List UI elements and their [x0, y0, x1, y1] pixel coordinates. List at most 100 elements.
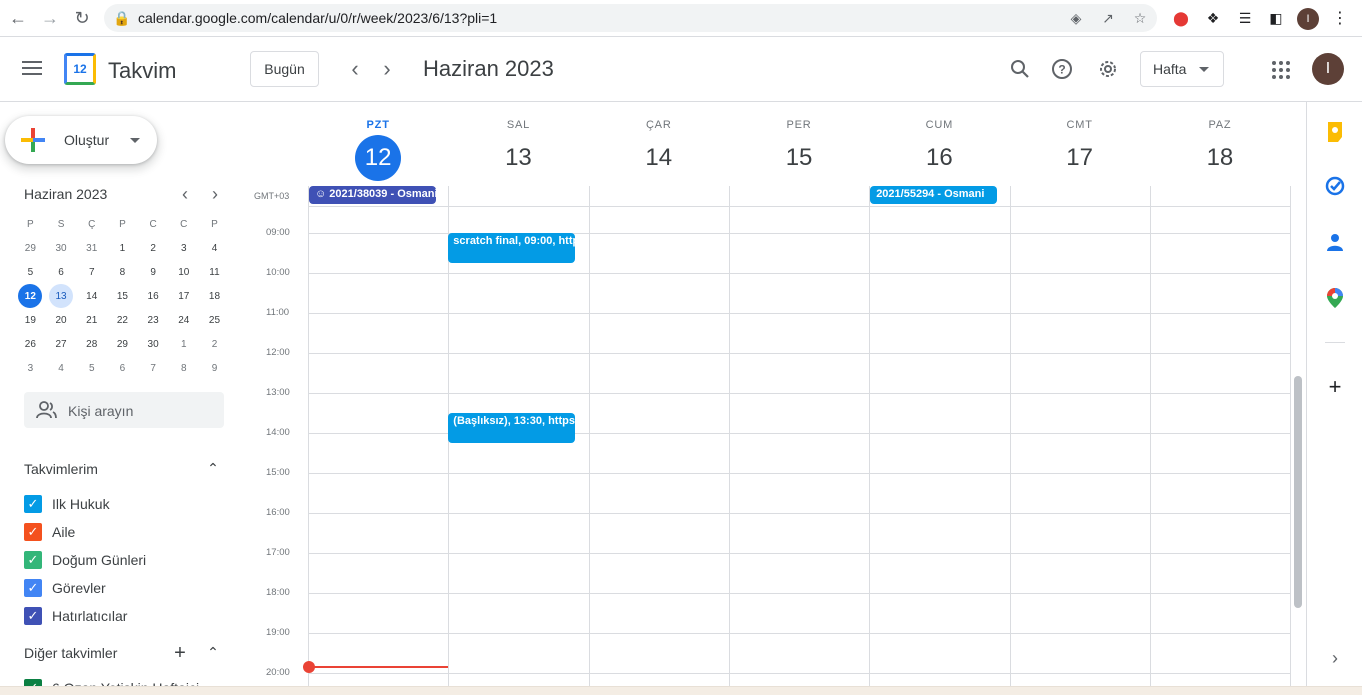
people-search-input[interactable]: Kişi arayın	[24, 392, 224, 428]
day-number[interactable]: 14	[636, 135, 682, 181]
mini-day[interactable]: 3	[15, 356, 46, 380]
mini-day[interactable]: 7	[76, 260, 107, 284]
mini-day[interactable]: 18	[199, 284, 230, 308]
calendar-item[interactable]: ✓ Görevler	[24, 576, 106, 600]
contacts-icon[interactable]	[1325, 232, 1345, 252]
mini-day[interactable]: 20	[46, 308, 77, 332]
mini-day[interactable]: 26	[15, 332, 46, 356]
grid-scrollbar[interactable]	[1294, 376, 1302, 608]
day-number[interactable]: 18	[1197, 135, 1243, 181]
mini-day[interactable]: 27	[46, 332, 77, 356]
mini-previous-month-icon[interactable]: ‹	[175, 184, 195, 205]
keep-icon[interactable]	[1325, 122, 1345, 142]
share-icon[interactable]: ↗	[1098, 8, 1118, 28]
mini-day[interactable]: 5	[15, 260, 46, 284]
mini-day[interactable]: 22	[107, 308, 138, 332]
previous-week-icon[interactable]: ‹	[342, 56, 368, 82]
mini-day[interactable]: 11	[199, 260, 230, 284]
checkbox-checked-icon[interactable]: ✓	[24, 607, 42, 625]
opera-extension-icon[interactable]: ⬤	[1170, 7, 1192, 29]
mini-day[interactable]: 29	[15, 236, 46, 260]
today-button[interactable]: Bugün	[250, 51, 319, 87]
mini-day[interactable]: 1	[107, 236, 138, 260]
browser-profile-avatar[interactable]: I	[1297, 8, 1319, 30]
mini-day[interactable]: 3	[168, 236, 199, 260]
mini-day[interactable]: 4	[199, 236, 230, 260]
calendar-item[interactable]: ✓ Hatırlatıcılar	[24, 604, 127, 628]
help-icon[interactable]: ?	[1050, 57, 1074, 81]
collapse-my-calendars-icon[interactable]: ⌃	[203, 460, 223, 477]
account-avatar[interactable]: I	[1312, 53, 1344, 85]
mini-day[interactable]: 30	[46, 236, 77, 260]
media-playlist-icon[interactable]: ☰	[1234, 7, 1256, 29]
checkbox-checked-icon[interactable]: ✓	[24, 523, 42, 541]
mini-day[interactable]: 8	[168, 356, 199, 380]
calendar-item[interactable]: ✓ Doğum Günleri	[24, 548, 146, 572]
mini-day[interactable]: 25	[199, 308, 230, 332]
forward-icon[interactable]: →	[38, 6, 62, 30]
mini-day[interactable]: 19	[15, 308, 46, 332]
mini-day[interactable]: 8	[107, 260, 138, 284]
mini-day[interactable]: 30	[138, 332, 169, 356]
mini-day[interactable]: 31	[76, 236, 107, 260]
calendar-event[interactable]: scratch final, 09:00, http	[448, 233, 576, 263]
mini-next-month-icon[interactable]: ›	[205, 184, 225, 205]
mini-day[interactable]: 6	[107, 356, 138, 380]
all-day-event[interactable]: 2021/55294 - Osmani	[870, 186, 998, 204]
create-button[interactable]: Oluştur	[5, 116, 157, 164]
browser-menu-icon[interactable]: ⋮	[1329, 7, 1351, 29]
add-other-calendar-icon[interactable]: +	[170, 642, 190, 665]
mini-day[interactable]: 9	[138, 260, 169, 284]
mini-day[interactable]: 28	[76, 332, 107, 356]
mini-day[interactable]: 29	[107, 332, 138, 356]
mini-day[interactable]: 13	[46, 284, 77, 308]
mini-day[interactable]: 5	[76, 356, 107, 380]
main-menu-icon[interactable]	[20, 57, 44, 81]
mini-day[interactable]: 4	[46, 356, 77, 380]
mini-day[interactable]: 24	[168, 308, 199, 332]
back-icon[interactable]: ←	[6, 6, 30, 30]
mini-day[interactable]: 23	[138, 308, 169, 332]
all-day-event[interactable]: ☺ 2021/38039 - Osmani	[309, 186, 436, 204]
mini-day[interactable]: 1	[168, 332, 199, 356]
calendar-item[interactable]: ✓ Ilk Hukuk	[24, 492, 110, 516]
day-number[interactable]: 13	[495, 135, 541, 181]
address-bar[interactable]: 🔒 calendar.google.com/calendar/u/0/r/wee…	[104, 4, 1157, 32]
mini-day[interactable]: 15	[107, 284, 138, 308]
day-number[interactable]: 15	[776, 135, 822, 181]
mini-day[interactable]: 16	[138, 284, 169, 308]
mini-day[interactable]: 17	[168, 284, 199, 308]
mini-day[interactable]: 2	[138, 236, 169, 260]
expand-panel-chevron-icon[interactable]: ›	[1325, 648, 1345, 668]
calendar-event[interactable]: (Başlıksız), 13:30, https	[448, 413, 576, 443]
calendar-item[interactable]: ✓ Aile	[24, 520, 75, 544]
mini-day[interactable]: 6	[46, 260, 77, 284]
side-panel-icon[interactable]: ◧	[1265, 7, 1287, 29]
mini-day-today[interactable]: 12	[15, 284, 46, 308]
settings-gear-icon[interactable]	[1096, 57, 1120, 81]
mini-day[interactable]: 14	[76, 284, 107, 308]
day-number[interactable]: 16	[916, 135, 962, 181]
search-icon[interactable]	[1008, 57, 1032, 81]
collapse-other-calendars-icon[interactable]: ⌃	[203, 644, 223, 661]
extensions-puzzle-icon[interactable]: ❖	[1202, 7, 1224, 29]
mini-day[interactable]: 7	[138, 356, 169, 380]
lock-icon[interactable]: 🔒	[112, 8, 132, 28]
tasks-icon[interactable]	[1325, 176, 1345, 196]
checkbox-checked-icon[interactable]: ✓	[24, 495, 42, 513]
maps-icon[interactable]	[1325, 288, 1345, 308]
view-selector[interactable]: Hafta	[1140, 51, 1224, 87]
mini-day[interactable]: 9	[199, 356, 230, 380]
google-apps-icon[interactable]	[1268, 57, 1292, 81]
day-number[interactable]: 17	[1057, 135, 1103, 181]
checkbox-checked-icon[interactable]: ✓	[24, 579, 42, 597]
install-icon[interactable]: ◈	[1066, 8, 1086, 28]
day-number-today[interactable]: 12	[355, 135, 402, 181]
bookmark-star-icon[interactable]: ☆	[1130, 8, 1150, 28]
next-week-icon[interactable]: ›	[374, 56, 400, 82]
checkbox-checked-icon[interactable]: ✓	[24, 551, 42, 569]
mini-day[interactable]: 10	[168, 260, 199, 284]
mini-day[interactable]: 2	[199, 332, 230, 356]
reload-icon[interactable]: ↻	[70, 6, 94, 30]
add-addon-icon[interactable]: +	[1325, 374, 1345, 399]
